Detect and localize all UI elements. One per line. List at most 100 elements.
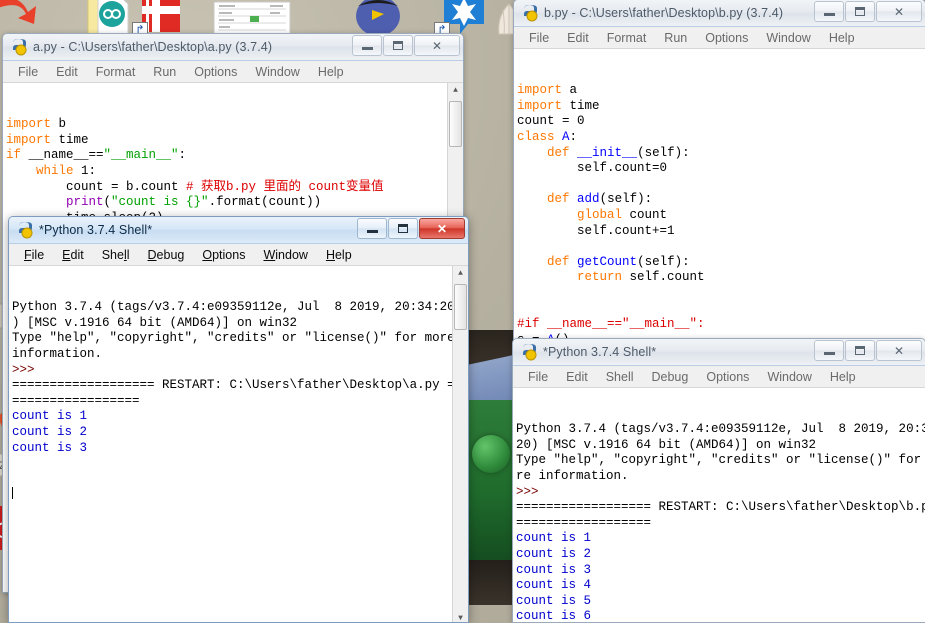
menu-window[interactable]: Window [757, 30, 819, 46]
menu-options[interactable]: Options [696, 30, 757, 46]
menu-debug[interactable]: Debug [643, 369, 698, 385]
menu-help[interactable]: Help [317, 247, 361, 263]
close-button[interactable]: ✕ [876, 340, 922, 361]
window-title-shell-right: *Python 3.7.4 Shell* [543, 345, 657, 359]
shell-lines: Python 3.7.4 (tags/v3.7.4:e09359112e, Ju… [12, 300, 468, 456]
menu-debug[interactable]: Debug [139, 247, 194, 263]
code-line: def getCount(self): [547, 254, 690, 269]
code-line: ================== RESTART: C:\Users\fat… [516, 500, 925, 515]
titlebar-a-py[interactable]: a.py - C:\Users\father\Desktop\a.py (3.7… [3, 34, 463, 61]
code-line: re information. [516, 468, 629, 483]
python-idle-icon [16, 221, 34, 239]
code-line: count is 2 [12, 424, 88, 439]
python-idle-icon [10, 38, 28, 56]
code-lines: import b import time if __name__=="__main_… [6, 117, 463, 226]
menu-window[interactable]: Window [758, 369, 820, 385]
code-line: >>> [516, 484, 539, 499]
menubar-a-py[interactable]: File Edit Format Run Options Window Help [3, 61, 463, 83]
menu-options[interactable]: Options [185, 64, 246, 80]
python-idle-icon [521, 4, 539, 22]
close-button[interactable]: ✕ [419, 218, 465, 239]
menu-file[interactable]: File [9, 64, 47, 80]
code-line: count is 3 [516, 562, 592, 577]
code-line: Python 3.7.4 (tags/v3.7.4:e09359112e, Ju… [516, 422, 925, 437]
menu-window[interactable]: Window [246, 64, 308, 80]
titlebar-shell-left[interactable]: *Python 3.7.4 Shell* ✕ [9, 217, 468, 244]
code-line: import time [517, 98, 600, 113]
vertical-scrollbar[interactable]: ▲ ▼ [452, 266, 468, 622]
python-idle-icon [520, 343, 538, 361]
code-line: 20) [MSC v.1916 64 bit (AMD64)] on win32 [516, 437, 817, 452]
menu-file[interactable]: File [519, 369, 557, 385]
code-line: count = b.count # 获取b.py 里面的 count变量值 [6, 179, 384, 194]
code-line: while 1: [36, 163, 97, 178]
titlebar-shell-right[interactable]: *Python 3.7.4 Shell* ✕ [513, 339, 925, 366]
menu-help[interactable]: Help [821, 369, 865, 385]
menu-run[interactable]: Run [655, 30, 696, 46]
minimize-button[interactable] [352, 35, 382, 56]
window-title-a-py: a.py - C:\Users\father\Desktop\a.py (3.7… [33, 40, 273, 54]
window-shell-left[interactable]: *Python 3.7.4 Shell* ✕ File Edit Shell D… [8, 216, 469, 623]
minimize-button[interactable] [814, 340, 844, 361]
menubar-b-py[interactable]: File Edit Format Run Options Window Help [514, 27, 925, 49]
code-line: count is 1 [12, 409, 88, 424]
menubar-shell-right[interactable]: File Edit Shell Debug Options Window Hel… [513, 366, 925, 388]
scroll-down-arrow[interactable]: ▼ [453, 611, 468, 622]
titlebar-b-py[interactable]: b.py - C:\Users\father\Desktop\b.py (3.7… [514, 0, 925, 27]
window-controls-a-py[interactable]: ✕ [351, 35, 460, 56]
menu-help[interactable]: Help [820, 30, 864, 46]
menu-shell[interactable]: Shell [93, 247, 139, 263]
scrollbar-thumb[interactable] [449, 101, 462, 147]
menu-format[interactable]: Format [598, 30, 656, 46]
menu-edit[interactable]: Edit [557, 369, 597, 385]
menu-run[interactable]: Run [144, 64, 185, 80]
menu-window[interactable]: Window [254, 247, 316, 263]
code-line: import a [517, 83, 578, 98]
window-b-py[interactable]: b.py - C:\Users\father\Desktop\b.py (3.7… [513, 0, 925, 345]
window-title-b-py: b.py - C:\Users\father\Desktop\b.py (3.7… [544, 6, 784, 20]
minimize-button[interactable] [357, 218, 387, 239]
menu-help[interactable]: Help [309, 64, 353, 80]
maximize-button[interactable] [845, 340, 875, 361]
menu-edit[interactable]: Edit [53, 247, 93, 263]
scroll-up-arrow[interactable]: ▲ [448, 83, 463, 99]
code-line: count is 5 [516, 593, 592, 608]
code-line: print("count is {}".format(count)) [66, 195, 322, 210]
code-line: count is 4 [516, 578, 592, 593]
code-line: import time [6, 132, 89, 147]
menubar-shell-left[interactable]: File Edit Shell Debug Options Window Hel… [9, 244, 468, 266]
maximize-button[interactable] [388, 218, 418, 239]
scrollbar-thumb[interactable] [454, 284, 467, 330]
menu-options[interactable]: Options [193, 247, 254, 263]
code-line: ) [MSC v.1916 64 bit (AMD64)] on win32 [12, 315, 298, 330]
maximize-button[interactable] [845, 1, 875, 22]
code-editor-b-py[interactable]: import a import time count = 0 class A: def… [514, 49, 925, 344]
menu-edit[interactable]: Edit [47, 64, 87, 80]
close-button[interactable]: ✕ [876, 1, 922, 22]
shell-output-right[interactable]: Python 3.7.4 (tags/v3.7.4:e09359112e, Ju… [513, 388, 925, 622]
menu-shell[interactable]: Shell [597, 369, 643, 385]
code-line: ================== [516, 515, 652, 530]
window-shell-right[interactable]: *Python 3.7.4 Shell* ✕ File Edit Shell D… [512, 338, 925, 623]
menu-options[interactable]: Options [697, 369, 758, 385]
menu-file[interactable]: File [520, 30, 558, 46]
menu-format[interactable]: Format [87, 64, 145, 80]
code-line: import b [6, 117, 67, 132]
scroll-up-arrow[interactable]: ▲ [453, 266, 468, 282]
menu-edit[interactable]: Edit [558, 30, 598, 46]
code-line: count is 1 [516, 531, 592, 546]
code-line: if __name__=="__main__": [6, 148, 187, 163]
shell-output-left[interactable]: Python 3.7.4 (tags/v3.7.4:e09359112e, Ju… [9, 266, 468, 622]
maximize-button[interactable] [383, 35, 413, 56]
window-controls-shell-right[interactable]: ✕ [813, 340, 922, 361]
code-line: information. [12, 346, 103, 361]
shell-lines: Python 3.7.4 (tags/v3.7.4:e09359112e, Ju… [516, 422, 925, 622]
menu-file[interactable]: File [15, 247, 53, 263]
window-controls-shell-left[interactable]: ✕ [356, 218, 465, 239]
code-line: #if __name__=="__main__": [517, 317, 705, 332]
close-button[interactable]: ✕ [414, 35, 460, 56]
minimize-button[interactable] [814, 1, 844, 22]
window-controls-b-py[interactable]: ✕ [813, 1, 922, 22]
